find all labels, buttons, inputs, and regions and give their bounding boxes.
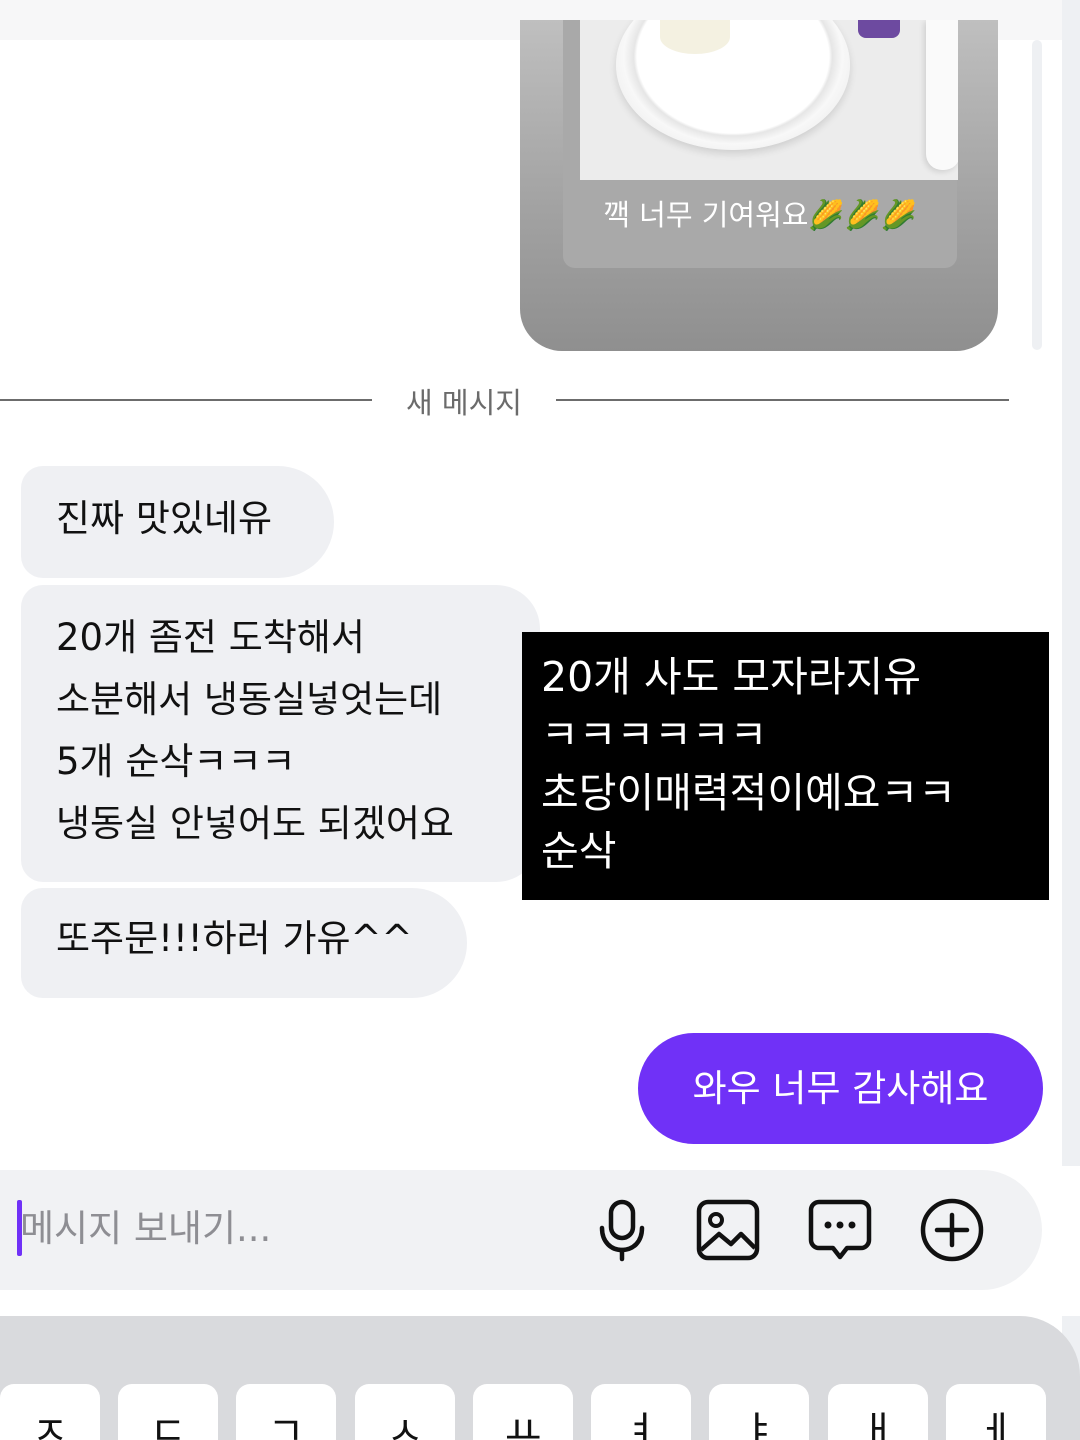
chat-bubble-icon bbox=[808, 1199, 872, 1260]
sent-message[interactable]: 와우 너무 감사해요 bbox=[638, 1033, 1043, 1144]
keyboard-key[interactable]: ㄱ bbox=[236, 1384, 336, 1440]
microphone-button[interactable] bbox=[588, 1196, 656, 1264]
overlay-line: ㅋㅋㅋㅋㅋㅋ bbox=[541, 711, 768, 759]
scrollbar[interactable] bbox=[1032, 40, 1042, 350]
overlay-line: 20개 사도 모자라지유 bbox=[541, 653, 921, 701]
overlay-line: 순삭 bbox=[541, 827, 617, 875]
remote-image bbox=[926, 20, 958, 170]
message-text: 또주문!!!하러 가유^^ bbox=[56, 917, 413, 960]
new-messages-divider: 새 메시지 bbox=[406, 386, 522, 420]
divider-line-right bbox=[556, 399, 1009, 401]
story-caption: 깩 너무 기여워요🌽🌽🌽 bbox=[603, 198, 917, 232]
text-overlay-note: 20개 사도 모자라지유 ㅋㅋㅋㅋㅋㅋ 초당이매력적이예요ㅋㅋ 순삭 bbox=[522, 632, 1049, 900]
keyboard-key[interactable]: ㅕ bbox=[591, 1384, 691, 1440]
more-button[interactable] bbox=[918, 1196, 986, 1264]
story-photo bbox=[580, 20, 958, 180]
message-line: 소분해서 냉동실넣엇는데 bbox=[56, 678, 443, 721]
story-preview: 깩 너무 기여워요🌽🌽🌽 bbox=[563, 20, 958, 268]
bottle-image bbox=[858, 20, 900, 38]
divider-line-left bbox=[0, 399, 372, 401]
keyboard-key[interactable]: ㅑ bbox=[709, 1384, 809, 1440]
image-icon bbox=[696, 1199, 760, 1261]
received-message[interactable]: 또주문!!!하러 가유^^ bbox=[21, 888, 467, 998]
keyboard-key[interactable]: ㅔ bbox=[946, 1384, 1046, 1440]
keyboard-key[interactable]: ㅈ bbox=[0, 1384, 100, 1440]
keyboard-key[interactable]: ㅐ bbox=[828, 1384, 928, 1440]
message-input[interactable] bbox=[20, 1196, 460, 1260]
sticker-button[interactable] bbox=[806, 1196, 874, 1264]
message-text: 진짜 맛있네유 bbox=[56, 497, 273, 540]
shared-story-card[interactable]: 깩 너무 기여워요🌽🌽🌽 bbox=[520, 20, 998, 351]
keyboard-key[interactable]: ㄷ bbox=[118, 1384, 218, 1440]
plate-image bbox=[616, 20, 850, 150]
plus-circle-icon bbox=[920, 1198, 984, 1262]
message-line: 냉동실 안넣어도 되겠어요 bbox=[56, 802, 454, 845]
received-message[interactable]: 20개 좀전 도착해서 소분해서 냉동실넣엇는데 5개 순삭ㅋㅋㅋ 냉동실 안넣… bbox=[21, 585, 540, 882]
gallery-button[interactable] bbox=[694, 1196, 762, 1264]
received-message[interactable]: 진짜 맛있네유 bbox=[21, 466, 334, 578]
microphone-icon bbox=[599, 1199, 645, 1262]
message-line: 20개 좀전 도착해서 bbox=[56, 616, 365, 659]
keyboard-key[interactable]: ㅅ bbox=[355, 1384, 455, 1440]
corn-image bbox=[660, 20, 730, 54]
overlay-line: 초당이매력적이예요ㅋㅋ bbox=[541, 769, 956, 817]
message-line: 5개 순삭ㅋㅋㅋ bbox=[56, 740, 296, 783]
message-text: 와우 너무 감사해요 bbox=[692, 1067, 989, 1110]
keyboard-key[interactable]: ㅛ bbox=[473, 1384, 573, 1440]
